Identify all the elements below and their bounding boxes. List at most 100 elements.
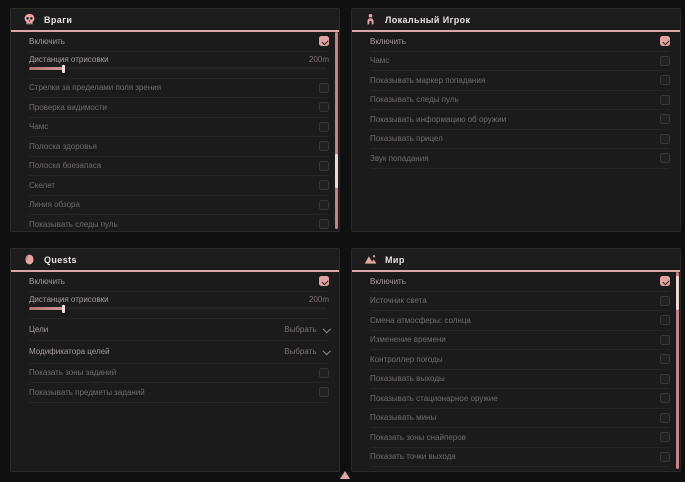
slider[interactable] [29, 67, 326, 70]
chevron-down-icon [322, 324, 330, 332]
dropdown[interactable]: Выбрать [284, 347, 329, 356]
chevron-down-icon [322, 347, 330, 355]
panel-title: Quests [44, 255, 77, 265]
row-checkbox: Включить [29, 272, 329, 292]
row-checkbox: Включить [29, 32, 329, 52]
dropdown[interactable]: Выбрать [284, 325, 329, 334]
row-label: Включить [29, 37, 65, 46]
checkbox[interactable] [319, 102, 329, 112]
checkbox[interactable] [319, 141, 329, 151]
checkbox[interactable] [319, 161, 329, 171]
slider-value: 200m [309, 55, 329, 64]
row-label: Показать зоны снайперов [370, 433, 466, 442]
row-checkbox: Включить [370, 272, 670, 292]
row-label: Дистанция отрисовки [29, 295, 109, 304]
checkbox[interactable] [319, 387, 329, 397]
panel-body: Включить Источник света Смена атмосферы: с… [352, 272, 680, 467]
checkbox[interactable] [660, 335, 670, 345]
cursor-pointer [340, 471, 350, 479]
panel-local-player: Локальный Игрок Включить Чамс Показывать м… [351, 8, 681, 232]
dropdown-value: Выбрать [284, 325, 316, 334]
row-label: Полоска боезапаса [29, 161, 101, 170]
row-checkbox: Показывать мины [370, 409, 670, 429]
row-checkbox: Показывать прицел [370, 130, 670, 150]
row-select: Модификатора целей Выбрать [29, 341, 329, 364]
checkbox[interactable] [319, 36, 329, 46]
panel-header: Quests [11, 249, 339, 272]
row-label: Полоска здоровья [29, 142, 97, 151]
row-label: Смена атмосферы: солнца [370, 316, 471, 325]
row-checkbox: Изменение времени [370, 331, 670, 351]
panel-body: Включить Чамс Показывать маркер попадания П… [352, 32, 680, 169]
row-checkbox: Полоска боезапаса [29, 157, 329, 177]
checkbox[interactable] [660, 374, 670, 384]
checkbox[interactable] [660, 413, 670, 423]
person-icon [364, 13, 377, 26]
checkbox[interactable] [660, 134, 670, 144]
checkbox[interactable] [319, 276, 329, 286]
row-select: Цели Выбрать [29, 319, 329, 342]
slider-thumb[interactable] [62, 65, 65, 73]
checkbox[interactable] [319, 368, 329, 378]
row-checkbox: Источник света [370, 292, 670, 312]
checkbox[interactable] [319, 200, 329, 210]
checkbox[interactable] [660, 75, 670, 85]
scrollbar[interactable] [335, 32, 338, 229]
checkbox[interactable] [319, 219, 329, 229]
slider-value: 200m [309, 295, 329, 304]
panel-title: Локальный Игрок [385, 15, 470, 25]
checkbox[interactable] [660, 56, 670, 66]
row-label: Контроллер погоды [370, 355, 443, 364]
quest-icon [23, 253, 36, 266]
scrollbar-thumb[interactable] [676, 276, 679, 310]
row-label: Включить [370, 37, 406, 46]
row-checkbox: Скелет [29, 176, 329, 196]
panel-enemies: Враги ВключитьДистанция отрисовки200mСтр… [10, 8, 340, 232]
row-label: Линия обзора [29, 200, 80, 209]
row-checkbox: Чамс [370, 52, 670, 72]
checkbox[interactable] [660, 393, 670, 403]
panel-body: Включить Дистанция отрисовки 200m Стрелки з… [11, 32, 339, 232]
slider-thumb[interactable] [62, 305, 65, 313]
scrollbar-thumb[interactable] [335, 154, 338, 188]
row-label: Показывать следы пуль [370, 95, 459, 104]
row-label: Показать зоны заданий [29, 368, 116, 377]
row-label: Дистанция отрисовки [29, 55, 109, 64]
row-label: Показывать маркер попадания [370, 76, 485, 85]
row-checkbox: Включить [370, 32, 670, 52]
checkbox[interactable] [660, 153, 670, 163]
checkbox[interactable] [660, 315, 670, 325]
checkbox[interactable] [660, 432, 670, 442]
checkbox[interactable] [319, 122, 329, 132]
row-checkbox: Стрелки за пределами поля зрения [29, 79, 329, 99]
row-checkbox: Показывать выходы [370, 370, 670, 390]
row-checkbox: Показать зоны заданий [29, 364, 329, 384]
slider[interactable] [29, 307, 326, 310]
row-label: Показать точки выхода [370, 452, 456, 461]
scrollbar[interactable] [676, 272, 679, 469]
checkbox[interactable] [660, 296, 670, 306]
row-label: Звук попадания [370, 154, 429, 163]
row-checkbox: Показать зоны снайперов [370, 428, 670, 448]
checkbox[interactable] [660, 95, 670, 105]
row-label: Показывать следы пуль [29, 220, 118, 229]
row-label: Показывать прицел [370, 134, 443, 143]
checkbox[interactable] [660, 114, 670, 124]
row-label: Включить [370, 277, 406, 286]
row-checkbox: Показывать следы пуль [370, 91, 670, 111]
checkbox[interactable] [319, 83, 329, 93]
checkbox[interactable] [660, 354, 670, 364]
row-label: Цели [29, 325, 48, 334]
checkbox[interactable] [660, 452, 670, 462]
row-label: Чамс [29, 122, 48, 131]
checkbox[interactable] [660, 36, 670, 46]
checkbox[interactable] [319, 180, 329, 190]
row-checkbox: Показывать предметы заданий [29, 383, 329, 403]
checkbox[interactable] [660, 276, 670, 286]
row-label: Модификатора целей [29, 347, 110, 356]
row-checkbox: Контроллер погоды [370, 350, 670, 370]
panel-header: Локальный Игрок [352, 9, 680, 32]
row-label: Изменение времени [370, 335, 446, 344]
row-label: Включить [29, 277, 65, 286]
row-checkbox: Линия обзора [29, 196, 329, 216]
